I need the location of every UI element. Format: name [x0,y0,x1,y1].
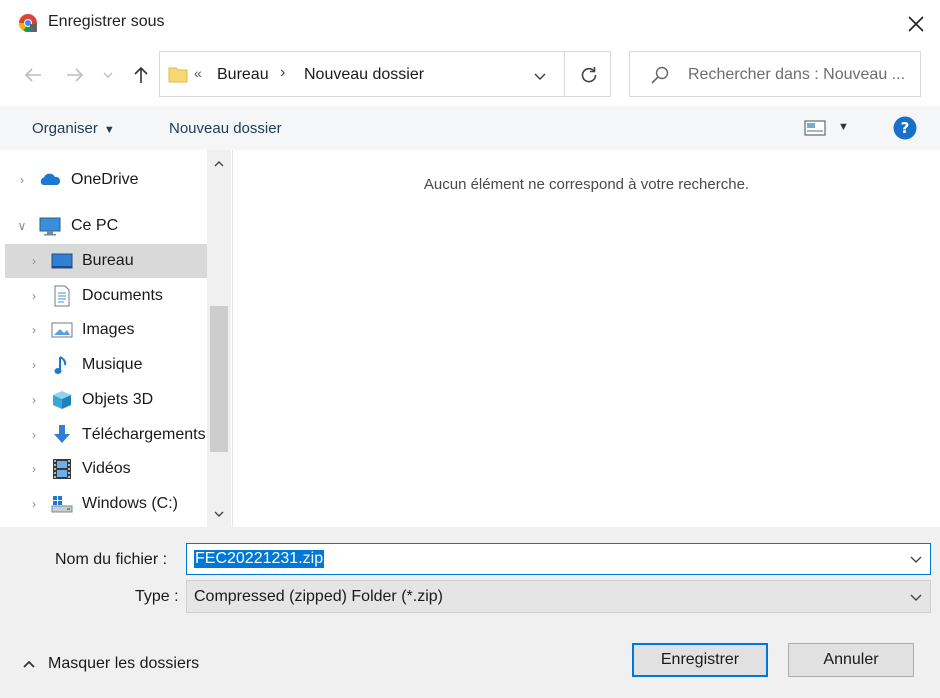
scroll-down-button[interactable] [207,504,231,524]
sidebar-item-documents[interactable]: › Documents [5,279,207,313]
expand-icon[interactable]: › [15,173,29,187]
divider [564,52,565,96]
view-options-icon[interactable] [804,120,826,136]
chevron-down-icon [214,511,224,517]
expand-icon[interactable]: › [27,323,41,337]
filename-label: Nom du fichier : [55,551,168,568]
breadcrumb-nouveau-dossier[interactable]: Nouveau dossier [304,66,424,84]
sidebar-item-label: Images [82,321,135,338]
sidebar-item-label: Musique [82,356,143,373]
filename-input[interactable]: FEC20221231.zip [194,550,325,568]
documents-icon [54,285,70,307]
navigation-pane: › OneDrive ∨ Ce PC › Bureau › Documents [5,150,232,527]
caret-down-icon: ▼ [103,124,115,136]
downloads-icon [54,425,70,443]
chevron-down-icon[interactable] [908,551,924,567]
help-icon[interactable]: ? [893,116,917,140]
sidebar-item-images[interactable]: › Images [5,313,207,347]
new-folder-button[interactable]: Nouveau dossier [169,120,282,137]
expand-icon[interactable]: › [27,393,41,407]
filename-field[interactable]: FEC20221231.zip [186,543,931,575]
videos-icon [53,459,71,479]
sidebar-item-bureau[interactable]: › Bureau [5,244,207,278]
hide-folders-button[interactable]: Masquer les dossiers [22,655,199,673]
type-select[interactable]: Compressed (zipped) Folder (*.zip) [186,580,931,613]
chevron-down-icon[interactable] [530,66,550,86]
arrow-up-icon [134,66,148,83]
search-icon [651,66,669,84]
sidebar-item-label: Ce PC [71,217,119,234]
search-box[interactable]: Rechercher dans : Nouveau ... [629,51,921,97]
sidebar-item-videos[interactable]: › Vidéos [5,452,207,486]
breadcrumb-overflow[interactable]: « [194,65,202,81]
sidebar-item-telechargements[interactable]: › Téléchargements [5,418,207,452]
hide-folders-label: Masquer les dossiers [48,655,200,672]
title-bar: Enregistrer sous [0,0,940,46]
sidebar-item-label: OneDrive [71,171,139,188]
desktop-icon [51,253,73,269]
chevron-up-icon [23,660,35,668]
recent-locations-button[interactable] [98,62,118,88]
onedrive-icon [40,173,61,185]
arrow-left-icon [24,68,41,82]
up-button[interactable] [128,62,154,88]
computer-icon [39,217,61,236]
expand-icon[interactable]: › [27,497,41,511]
type-value: Compressed (zipped) Folder (*.zip) [194,588,443,605]
arrow-right-icon [67,68,84,82]
chrome-icon [18,14,37,33]
search-input[interactable]: Rechercher dans : Nouveau ... [688,66,918,84]
forward-button[interactable] [62,62,88,88]
sidebar-item-label: Vidéos [82,460,131,477]
address-bar[interactable]: « Bureau › Nouveau dossier [159,51,611,97]
cancel-button[interactable]: Annuler [788,643,914,677]
svg-text:?: ? [901,119,910,137]
sidebar-item-ce-pc[interactable]: ∨ Ce PC [5,209,207,243]
command-bar: Organiser ▼ Nouveau dossier ▼ [0,106,940,150]
sidebar-scrollbar[interactable] [207,150,231,527]
save-button[interactable]: Enregistrer [632,643,768,677]
close-icon [908,16,924,32]
music-icon [54,356,67,374]
sidebar-item-label: Windows (C:) [82,495,179,512]
sidebar-item-musique[interactable]: › Musique [5,348,207,382]
expand-icon[interactable]: › [27,358,41,372]
empty-message: Aucun élément ne correspond à votre rech… [423,176,750,193]
sidebar-item-objets-3d[interactable]: › Objets 3D [5,383,207,417]
sidebar-item-onedrive[interactable]: › OneDrive [5,163,207,197]
collapse-icon[interactable]: ∨ [15,219,29,233]
sidebar-item-label: Téléchargements [82,426,206,443]
type-label: Type : [135,588,179,605]
refresh-icon[interactable] [578,64,600,86]
chevron-up-icon [214,161,224,167]
expand-icon[interactable]: › [27,289,41,303]
sidebar-item-windows-c[interactable]: › Windows (C:) [5,487,207,521]
organiser-button[interactable]: Organiser ▼ [32,120,115,137]
breadcrumb-bureau[interactable]: Bureau [217,66,269,84]
chevron-down-icon [910,594,922,601]
window-title: Enregistrer sous [48,13,165,30]
save-panel: Nom du fichier : FEC20221231.zip Type : … [0,527,940,698]
back-button[interactable] [20,62,46,88]
sidebar-item-label: Objets 3D [82,391,154,408]
close-button[interactable] [900,8,932,40]
pictures-icon [51,322,73,338]
sidebar-item-label: Documents [82,287,163,304]
view-caret-icon[interactable]: ▼ [838,121,849,133]
objects-3d-icon [53,391,71,409]
chevron-down-icon [103,72,113,78]
breadcrumb-separator[interactable]: › [280,64,285,82]
expand-icon[interactable]: › [27,462,41,476]
drive-icon [51,496,73,513]
expand-icon[interactable]: › [27,254,41,268]
expand-icon[interactable]: › [27,428,41,442]
organiser-label: Organiser [32,120,98,137]
sidebar-item-label: Bureau [82,252,134,269]
folder-icon [168,67,188,83]
file-list[interactable]: Aucun élément ne correspond à votre rech… [233,150,940,527]
scroll-thumb[interactable] [210,306,228,452]
scroll-up-button[interactable] [207,154,231,174]
